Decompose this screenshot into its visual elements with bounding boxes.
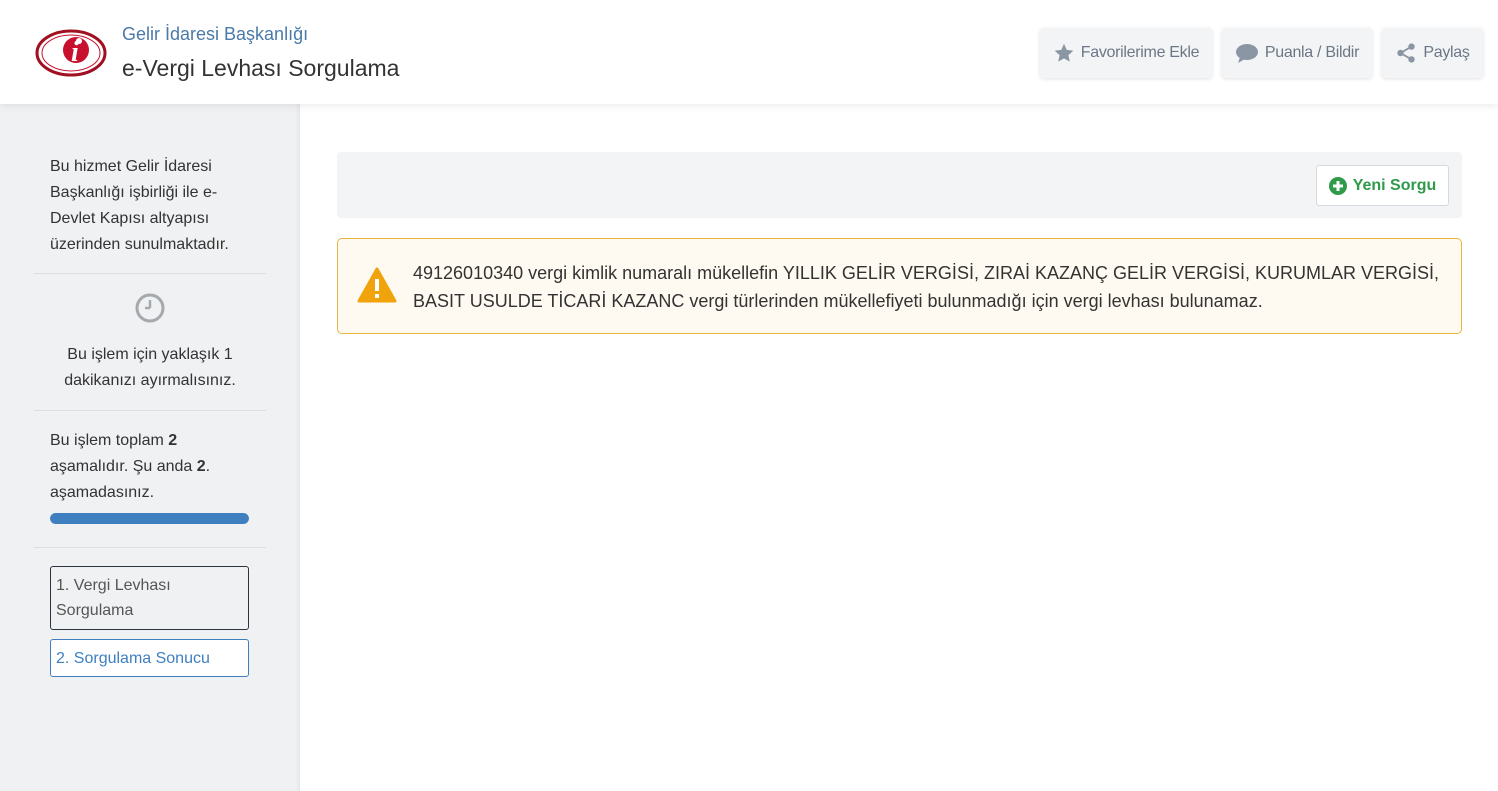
rate-report-label: Puanla / Bildir <box>1264 44 1360 61</box>
page-title: e-Vergi Levhası Sorgulama <box>122 55 400 81</box>
share-button[interactable]: Paylaş <box>1382 28 1483 78</box>
service-info-text: Bu hizmet Gelir İdaresi Başkanlığı işbir… <box>50 158 229 253</box>
new-query-button[interactable]: Yeni Sorgu <box>1316 165 1449 206</box>
warning-icon <box>357 267 397 303</box>
new-query-label: Yeni Sorgu <box>1352 176 1437 194</box>
step-progress-fill <box>50 513 249 524</box>
divider <box>34 410 266 411</box>
steps-middle: aşamalıdır. Şu anda <box>50 458 197 475</box>
clock-icon <box>135 293 165 323</box>
plus-circle-icon <box>1328 176 1347 195</box>
steps-prefix: Bu işlem toplam <box>50 432 169 449</box>
steps-current: 2 <box>196 458 206 475</box>
steps-total: 2 <box>168 432 178 449</box>
step-item-result[interactable]: 2. Sorgulama Sonucu <box>50 639 249 677</box>
share-label: Paylaş <box>1423 44 1470 61</box>
speech-bubble-icon <box>1235 44 1258 63</box>
step-item-query[interactable]: 1. Vergi Levhası Sorgulama <box>50 566 249 630</box>
org-name[interactable]: Gelir İdaresi Başkanlığı <box>122 24 308 45</box>
add-favorites-button[interactable]: Favorilerime Ekle <box>1040 28 1212 78</box>
add-favorites-label: Favorilerime Ekle <box>1080 44 1200 61</box>
warning-alert: 49126010340 vergi kimlik numaralı mükell… <box>337 238 1462 334</box>
star-icon <box>1054 43 1074 62</box>
divider <box>34 273 266 274</box>
rate-report-button[interactable]: Puanla / Bildir <box>1222 28 1372 78</box>
share-icon <box>1397 43 1416 63</box>
divider <box>34 547 266 548</box>
step-progress-bar <box>50 513 249 524</box>
estimated-time-text: Bu işlem için yaklaşık 1 dakikanızı ayır… <box>64 346 236 389</box>
steps-text: Bu işlem toplam 2 aşamalıdır. Şu anda 2.… <box>50 428 255 506</box>
action-toolbar: Yeni Sorgu <box>337 152 1462 218</box>
gib-logo-icon[interactable]: i <box>35 28 107 78</box>
alert-message: 49126010340 vergi kimlik numaralı mükell… <box>413 263 1440 311</box>
page-header: i Gelir İdaresi Başkanlığı e-Vergi Levha… <box>0 0 1498 104</box>
